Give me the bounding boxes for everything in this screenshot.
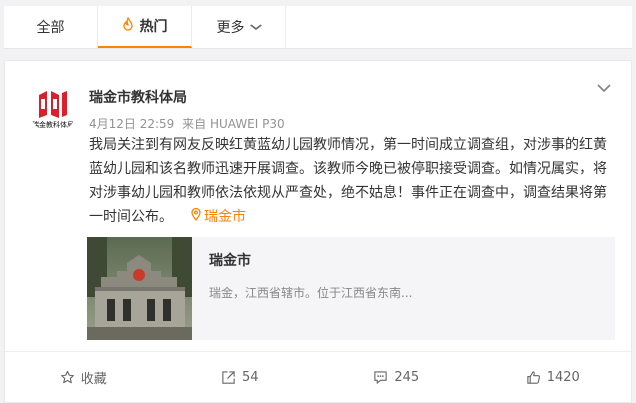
like-count: 1420: [546, 370, 580, 385]
repost-count: 54: [241, 370, 259, 385]
comment-count: 245: [394, 370, 420, 385]
tab-hot-label: 热门: [139, 19, 168, 35]
post-body: 我局关注到有网友反映红黄蓝幼儿园教师情况，第一时间成立调查组，对涉事的红黄蓝幼儿…: [89, 133, 619, 230]
top-tab-bar: 全部 热门 更多: [4, 6, 632, 49]
post-text: 我局关注到有网友反映红黄蓝幼儿园教师情况，第一时间成立调查组，对涉事的红黄蓝幼儿…: [89, 137, 607, 225]
tab-all[interactable]: 全部: [4, 6, 98, 48]
fire-icon: [122, 16, 134, 35]
location-label: 瑞金市: [204, 209, 246, 225]
location-pin-icon: [191, 207, 201, 225]
place-card[interactable]: 瑞金市 瑞金，江西省辖市。位于江西省东南...: [87, 237, 615, 340]
share-icon: [222, 371, 235, 384]
comment-button[interactable]: 245: [318, 370, 475, 385]
tab-hot[interactable]: 热门: [98, 6, 192, 48]
avatar[interactable]: 瑞金教科体局: [29, 85, 77, 133]
favorite-label: 收藏: [80, 372, 107, 387]
chevron-down-icon: [249, 21, 262, 34]
like-button[interactable]: 1420: [475, 370, 632, 385]
post-card: 瑞金教科体局 瑞金市教科体局 4月12日 22:59 来自 HUAWEI P30…: [4, 60, 632, 403]
tab-more-label: 更多: [216, 20, 245, 36]
repost-button[interactable]: 54: [162, 370, 319, 385]
location-link[interactable]: 瑞金市: [173, 207, 246, 225]
comment-icon: [374, 371, 388, 384]
avatar-logo-text: 瑞金教科体局: [32, 120, 74, 129]
post-meta: 4月12日 22:59 来自 HUAWEI P30: [89, 115, 289, 132]
tab-all-label: 全部: [36, 20, 65, 36]
place-title: 瑞金市: [209, 253, 251, 269]
favorite-button[interactable]: 收藏: [5, 368, 162, 387]
place-description: 瑞金，江西省辖市。位于江西省东南...: [209, 286, 413, 300]
thumbs-up-icon: [527, 371, 540, 384]
tab-more[interactable]: 更多: [192, 6, 286, 48]
author-name[interactable]: 瑞金市教科体局: [89, 87, 187, 107]
place-info: 瑞金市 瑞金，江西省辖市。位于江西省东南...: [192, 237, 412, 340]
post-time[interactable]: 4月12日 22:59: [89, 117, 174, 131]
place-image: [87, 237, 192, 340]
star-icon: [60, 370, 74, 384]
post-menu-chevron-icon[interactable]: [597, 81, 611, 95]
post-actions: 收藏 54 245 1420: [5, 351, 631, 403]
post-source: 来自 HUAWEI P30: [182, 117, 285, 131]
